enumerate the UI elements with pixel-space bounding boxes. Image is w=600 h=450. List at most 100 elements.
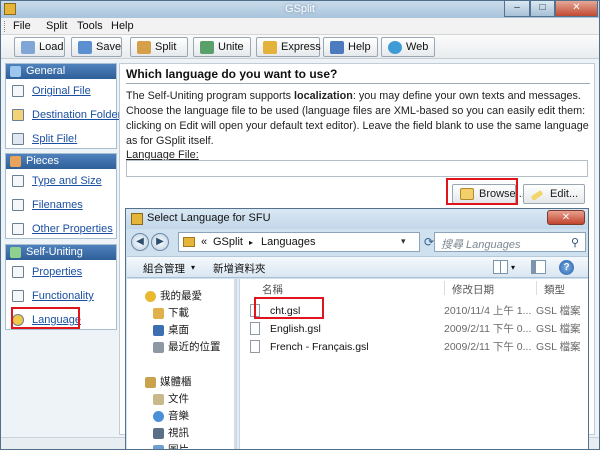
menu-grip bbox=[4, 21, 7, 32]
sidebar-item-other-properties[interactable]: Other Properties bbox=[12, 221, 113, 237]
sidebar-item-label: Destination Folder bbox=[32, 109, 122, 121]
highlight-cht-file bbox=[254, 297, 324, 319]
file-icon bbox=[250, 340, 260, 353]
file-row-english[interactable]: English.gsl 2009/2/11 下午 0... GSL 檔案 bbox=[248, 321, 588, 337]
group-pieces-title: Pieces bbox=[26, 155, 60, 167]
sidebar-item-original-file[interactable]: Original File bbox=[12, 83, 112, 99]
search-icon[interactable]: ⚲ bbox=[571, 236, 579, 249]
help-button[interactable]: Help bbox=[323, 37, 378, 57]
web-label: Web bbox=[406, 41, 429, 53]
nav-item-label: 最近的位置 bbox=[168, 341, 221, 353]
nav-item-label: 音樂 bbox=[168, 410, 189, 422]
save-label: Save bbox=[96, 41, 122, 53]
minimize-button[interactable]: – bbox=[504, 1, 530, 17]
page-title: Which language do you want to use? bbox=[126, 67, 338, 81]
group-general-header[interactable]: General bbox=[6, 64, 116, 79]
breadcrumb-gsplit[interactable]: GSplit bbox=[213, 236, 243, 248]
save-button[interactable]: Save bbox=[71, 37, 122, 57]
select-language-dialog: Select Language for SFU ✕ ◀ ▶ « GSplit ▸… bbox=[125, 208, 589, 449]
column-header-date[interactable]: 修改日期 bbox=[452, 282, 494, 297]
file-row-french[interactable]: French - Français.gsl 2009/2/11 下午 0... … bbox=[248, 339, 588, 355]
menu-file[interactable]: File bbox=[13, 20, 31, 32]
column-divider[interactable] bbox=[444, 281, 445, 295]
type-size-icon bbox=[12, 175, 24, 187]
unite-icon bbox=[200, 41, 214, 54]
web-globe-icon bbox=[388, 41, 402, 54]
express-button[interactable]: Express bbox=[256, 37, 321, 57]
column-divider[interactable] bbox=[536, 281, 537, 295]
sidebar-item-filenames[interactable]: Filenames bbox=[12, 197, 112, 213]
organize-dropdown-icon[interactable]: ▾ bbox=[191, 263, 195, 272]
sidebar-item-destination-folder[interactable]: Destination Folder bbox=[12, 107, 121, 123]
search-input[interactable]: 搜尋 Languages ⚲ bbox=[434, 232, 586, 252]
pencil-icon bbox=[530, 190, 544, 201]
express-label: Express bbox=[281, 41, 321, 53]
edit-button[interactable]: Edit... bbox=[523, 184, 585, 204]
sidebar-item-label: Original File bbox=[32, 85, 91, 97]
group-self-uniting-header[interactable]: Self-Uniting bbox=[6, 245, 116, 260]
nav-item-music[interactable]: 音樂 bbox=[127, 409, 235, 424]
file-name: French - Français.gsl bbox=[270, 341, 369, 353]
address-dropdown-icon[interactable]: ▾ bbox=[401, 236, 406, 247]
nav-item-desktop[interactable]: 桌面 bbox=[127, 323, 235, 338]
address-field[interactable]: « GSplit ▸ Languages ▾ bbox=[178, 232, 420, 252]
group-pieces-header[interactable]: Pieces bbox=[6, 154, 116, 169]
nav-item-videos[interactable]: 視訊 bbox=[127, 426, 235, 441]
menu-tools[interactable]: Tools bbox=[77, 20, 103, 32]
web-button[interactable]: Web bbox=[381, 37, 435, 57]
description-bold: localization bbox=[294, 90, 353, 102]
sidebar-item-properties[interactable]: Properties bbox=[12, 264, 112, 280]
folder-icon bbox=[183, 237, 195, 247]
unite-button[interactable]: Unite bbox=[193, 37, 251, 57]
nav-item-documents[interactable]: 文件 bbox=[127, 392, 235, 407]
menu-help[interactable]: Help bbox=[111, 20, 134, 32]
recent-places-icon bbox=[153, 342, 164, 353]
nav-item-label: 文件 bbox=[168, 393, 189, 405]
menu-split[interactable]: Split bbox=[46, 20, 67, 32]
nav-item-libraries[interactable]: 媒體櫃 bbox=[127, 375, 235, 390]
save-icon bbox=[78, 41, 92, 54]
view-dropdown-icon[interactable]: ▾ bbox=[511, 263, 515, 272]
desktop-icon bbox=[153, 325, 164, 336]
sidebar-item-label: Properties bbox=[32, 266, 83, 278]
split-button[interactable]: Split bbox=[130, 37, 188, 57]
breadcrumb-languages[interactable]: Languages bbox=[261, 236, 315, 248]
load-button[interactable]: Load bbox=[14, 37, 65, 57]
close-button[interactable]: ✕ bbox=[555, 1, 598, 17]
self-uniting-icon bbox=[10, 247, 21, 258]
breadcrumb-overflow[interactable]: « bbox=[201, 236, 207, 248]
preview-pane-icon[interactable] bbox=[531, 260, 546, 274]
sidebar-item-split-file[interactable]: Split File! bbox=[12, 131, 112, 147]
dialog-close-button[interactable]: ✕ bbox=[547, 210, 585, 225]
organize-menu[interactable]: 組合管理 bbox=[143, 261, 185, 276]
highlight-browse bbox=[446, 178, 518, 205]
sidebar-item-label: Functionality bbox=[32, 290, 94, 302]
back-icon[interactable]: ◀ bbox=[131, 233, 149, 251]
help-icon[interactable]: ? bbox=[559, 260, 574, 275]
nav-item-pictures[interactable]: 圖片 bbox=[127, 443, 235, 449]
app-icon bbox=[4, 3, 16, 15]
column-header-type[interactable]: 類型 bbox=[544, 282, 565, 297]
sidebar-item-type-and-size[interactable]: Type and Size bbox=[12, 173, 112, 189]
column-header-name[interactable]: 名稱 bbox=[262, 282, 283, 297]
language-file-input[interactable] bbox=[126, 160, 588, 177]
new-folder-button[interactable]: 新增資料夾 bbox=[213, 261, 266, 276]
sidebar-item-functionality[interactable]: Functionality bbox=[12, 288, 112, 304]
nav-item-recent-places[interactable]: 最近的位置 bbox=[127, 340, 235, 355]
maximize-button[interactable]: □ bbox=[530, 1, 555, 17]
sidebar: General Original File Destination Folder… bbox=[5, 63, 121, 435]
nav-item-favorites[interactable]: 我的最愛 bbox=[127, 289, 235, 304]
forward-icon[interactable]: ▶ bbox=[151, 233, 169, 251]
refresh-icon[interactable]: ⟳ bbox=[424, 235, 434, 249]
nav-item-label: 下載 bbox=[168, 307, 189, 319]
documents-icon bbox=[153, 394, 164, 405]
filenames-icon bbox=[12, 199, 24, 211]
other-properties-icon bbox=[12, 223, 24, 235]
view-options-icon[interactable] bbox=[493, 260, 508, 274]
file-type: GSL 檔案 bbox=[536, 323, 581, 335]
music-icon bbox=[153, 411, 164, 422]
nav-item-downloads[interactable]: 下載 bbox=[127, 306, 235, 321]
dialog-title-bar: Select Language for SFU ✕ bbox=[126, 209, 588, 229]
sidebar-item-label: Other Properties bbox=[32, 223, 113, 235]
window-title: GSplit bbox=[285, 3, 315, 15]
